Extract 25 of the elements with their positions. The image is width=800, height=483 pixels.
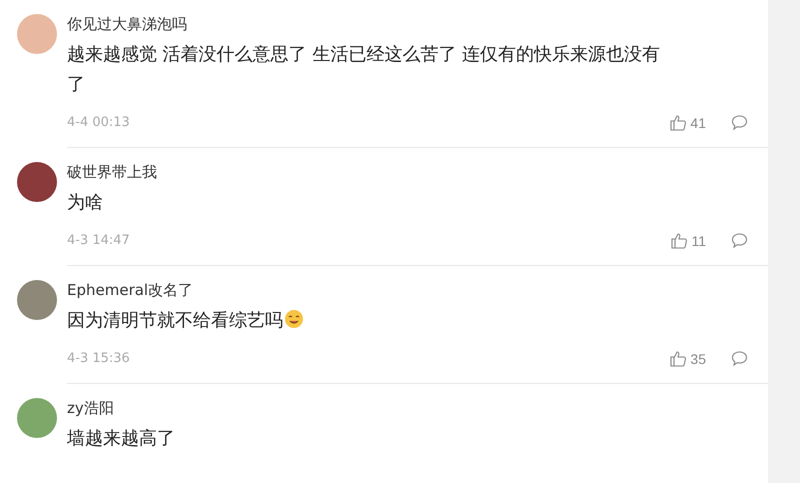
speech-bubble-icon (731, 350, 748, 367)
reply-button[interactable] (731, 114, 748, 131)
like-button[interactable]: 41 (670, 114, 706, 131)
comment-text: 墙越来越高了 (67, 427, 176, 451)
username[interactable]: 破世界带上我 (67, 162, 748, 182)
thumbs-up-icon (670, 350, 688, 367)
timestamp: 4-4 00:13 (67, 115, 130, 130)
reply-button[interactable] (731, 232, 748, 249)
username[interactable]: zy浩阳 (67, 398, 748, 418)
speech-bubble-icon (731, 232, 748, 249)
username[interactable]: 你见过大鼻涕泡吗 (67, 14, 748, 34)
comment-text: 越来越感觉 活着没什么意思了 生活已经这么苦了 连仅有的快乐来源也没有了 (67, 43, 662, 97)
thumbs-up-icon (671, 232, 688, 249)
avatar[interactable] (17, 162, 57, 202)
thumbs-up-icon (670, 114, 688, 131)
timestamp: 4-3 15:36 (67, 351, 130, 366)
like-button[interactable]: 11 (671, 232, 706, 249)
username[interactable]: Ephemeral改名了 (67, 280, 748, 300)
avatar[interactable] (17, 280, 57, 320)
timestamp: 4-3 14:47 (67, 233, 130, 248)
speech-bubble-icon (731, 114, 748, 131)
like-button[interactable]: 35 (670, 350, 706, 367)
comment-text: 因为清明节就不给看综艺吗 (67, 306, 677, 336)
comment-text: 为啥 (67, 191, 104, 215)
reply-button[interactable] (731, 350, 748, 367)
